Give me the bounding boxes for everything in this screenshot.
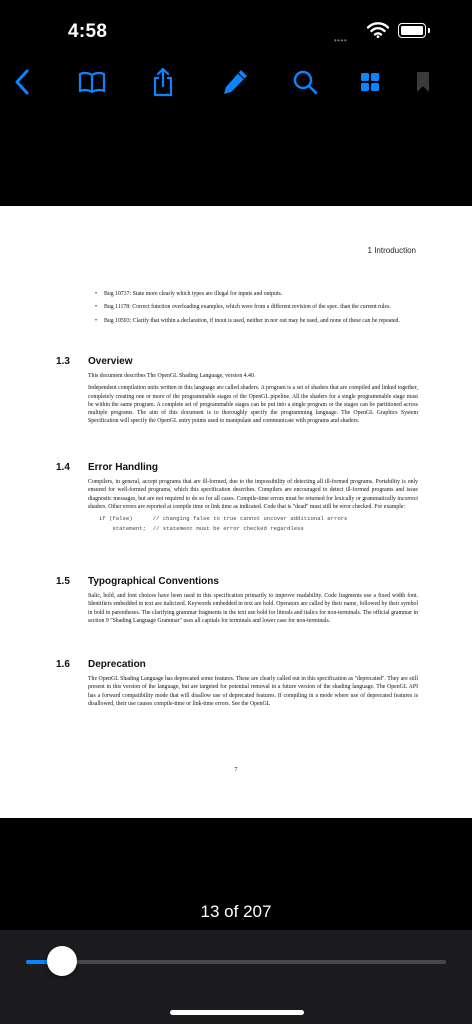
library-button[interactable] — [74, 66, 110, 102]
thumbnail-grid-icon — [360, 72, 380, 97]
section-overview: 1.3 Overview This document describes The … — [56, 356, 418, 430]
code-line: statement; // statement must be error ch… — [99, 525, 304, 533]
bookmark-button[interactable] — [405, 66, 441, 102]
share-button[interactable] — [145, 66, 181, 102]
running-head: 1 Introduction — [367, 246, 416, 255]
back-chevron-icon — [14, 69, 30, 100]
list-item: • Bug 11178: Correct function overloading… — [95, 304, 391, 311]
bullet-list: • Bug 10737: State more clearly which typ… — [95, 290, 414, 330]
bullet-text: Bug 10593: Clarify that within a declara… — [104, 317, 400, 324]
section-deprecation: 1.6 Deprecation The OpenGL Shading Langua… — [56, 659, 418, 712]
page-indicator: 13 of 207 — [200, 902, 272, 921]
bullet-text: Bug 10737: State more clearly which type… — [104, 291, 283, 297]
section-title: Overview — [88, 356, 133, 367]
section-typographical-conventions: 1.5 Typographical Conventions Italic, bol… — [56, 576, 418, 629]
search-icon — [292, 69, 318, 100]
section-number: 1.5 — [56, 576, 70, 587]
list-item: • Bug 10593: Clarify that within a declar… — [95, 317, 400, 324]
pdf-page[interactable]: 1 Introduction • Bug 10737: State more cl… — [0, 206, 472, 818]
paragraph: Independent compilation units written in… — [88, 385, 418, 425]
battery-cap — [428, 28, 430, 33]
cellular-signal-icon: •••• — [334, 36, 348, 45]
bookmark-icon — [416, 71, 430, 98]
section-number: 1.3 — [56, 356, 70, 367]
section-number: 1.6 — [56, 659, 70, 670]
share-icon — [152, 67, 174, 102]
thumbnails-button[interactable] — [352, 66, 388, 102]
section-title: Error Handling — [88, 462, 159, 473]
page-scrubber-bar — [0, 930, 472, 1024]
page-slider-thumb[interactable] — [47, 946, 78, 976]
page-number: 7 — [234, 766, 238, 773]
section-title: Deprecation — [88, 659, 146, 670]
section-title: Typographical Conventions — [88, 576, 219, 587]
bullet-text: Bug 11178: Correct function overloading … — [104, 304, 391, 311]
section-error-handling: 1.4 Error Handling Compilers, in general,… — [56, 462, 418, 533]
wifi-icon — [366, 22, 390, 43]
code-line: if (false) // changing false to true can… — [99, 515, 348, 523]
search-button[interactable] — [287, 66, 323, 102]
back-button[interactable] — [4, 66, 40, 102]
reader-toolbar — [0, 66, 472, 102]
markup-button[interactable] — [217, 66, 253, 102]
status-bar: 4:58 •••• — [0, 0, 472, 60]
book-icon — [78, 71, 106, 98]
paragraph: Italic, bold, and font choices have been… — [88, 593, 418, 624]
markup-pencil-icon — [221, 68, 249, 101]
status-time: 4:58 — [68, 21, 108, 42]
section-number: 1.4 — [56, 462, 70, 473]
home-indicator — [170, 1010, 304, 1015]
page-slider-track[interactable] — [26, 960, 446, 964]
paragraph: Compilers, in general, accept programs t… — [88, 479, 418, 510]
paragraph: This document describes The OpenGL Shadi… — [88, 373, 256, 379]
paragraph: The OpenGL Shading Language has deprecat… — [88, 676, 418, 707]
list-item: • Bug 10737: State more clearly which typ… — [95, 291, 283, 297]
battery-icon — [398, 23, 426, 38]
